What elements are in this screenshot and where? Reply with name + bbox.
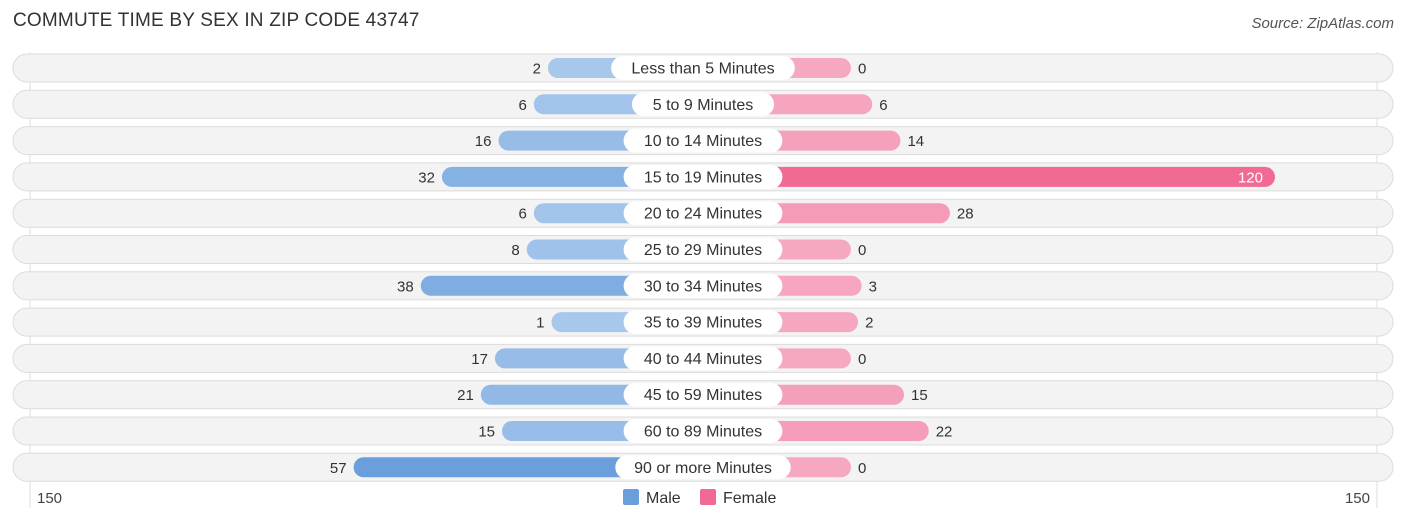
category-label: 35 to 39 Minutes xyxy=(644,315,762,332)
category-label: Less than 5 Minutes xyxy=(631,61,774,78)
female-value-label: 22 xyxy=(936,424,953,441)
female-value-label: 0 xyxy=(858,351,866,368)
female-value-label: 120 xyxy=(1238,169,1263,186)
female-value-label: 15 xyxy=(911,387,928,404)
male-value-label: 15 xyxy=(478,424,495,441)
female-value-label: 0 xyxy=(858,61,866,78)
male-value-label: 38 xyxy=(397,278,414,295)
category-label: 60 to 89 Minutes xyxy=(644,424,762,441)
male-value-label: 2 xyxy=(533,61,541,78)
male-value-label: 6 xyxy=(518,206,526,223)
female-value-label: 2 xyxy=(865,315,873,332)
female-value-label: 0 xyxy=(858,460,866,477)
axis-label-left: 150 xyxy=(37,490,62,507)
category-label: 15 to 19 Minutes xyxy=(644,169,762,186)
legend-label-female: Female xyxy=(723,490,776,507)
legend-swatch-male xyxy=(623,489,639,505)
female-bar xyxy=(703,166,1275,187)
legend-label-male: Male xyxy=(646,490,681,507)
male-value-label: 16 xyxy=(475,133,492,150)
male-value-label: 21 xyxy=(457,387,474,404)
category-label: 20 to 24 Minutes xyxy=(644,206,762,223)
male-value-label: 8 xyxy=(511,242,519,259)
male-value-label: 32 xyxy=(418,169,435,186)
male-value-label: 1 xyxy=(536,315,544,332)
chart: Less than 5 Minutes 2 0 5 to 9 Minutes 6 6 10 … xyxy=(12,52,1394,508)
axis-label-right: 150 xyxy=(1345,490,1370,507)
female-value-label: 28 xyxy=(957,206,974,223)
male-value-label: 57 xyxy=(330,460,347,477)
legend-swatch-female xyxy=(700,489,716,505)
category-label: 30 to 34 Minutes xyxy=(644,278,762,295)
female-value-label: 3 xyxy=(869,278,877,295)
female-value-label: 14 xyxy=(907,133,924,150)
female-value-label: 6 xyxy=(879,97,887,114)
female-value-label: 0 xyxy=(858,242,866,259)
category-label: 40 to 44 Minutes xyxy=(644,351,762,368)
male-value-label: 6 xyxy=(518,97,526,114)
category-label: 5 to 9 Minutes xyxy=(653,97,754,114)
category-label: 45 to 59 Minutes xyxy=(644,387,762,404)
category-label: 10 to 14 Minutes xyxy=(644,133,762,150)
category-label: 90 or more Minutes xyxy=(634,460,772,477)
category-label: 25 to 29 Minutes xyxy=(644,242,762,259)
male-value-label: 17 xyxy=(471,351,488,368)
